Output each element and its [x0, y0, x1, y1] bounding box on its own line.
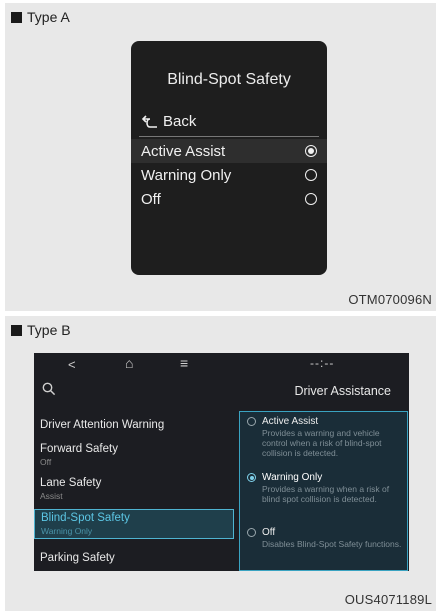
search-icon[interactable]: [42, 382, 56, 396]
menu-item-lane-safety[interactable]: Lane Safety Assist: [34, 477, 234, 503]
menu-item-value: Assist: [40, 491, 63, 501]
radio-empty-icon: [305, 169, 317, 181]
screen-title: Blind-Spot Safety: [167, 71, 291, 88]
option-description: Provides a warning when a risk of blind …: [262, 484, 390, 504]
option-label: Active Assist: [141, 142, 226, 160]
menu-item-driver-attention-warning[interactable]: Driver Attention Warning: [34, 419, 234, 441]
type-a-cluster-screen: Blind-Spot Safety Back Active Assist War…: [131, 41, 327, 275]
option-off[interactable]: Off: [131, 187, 327, 211]
menu-item-label: Lane Safety: [40, 477, 102, 489]
radio-empty-icon: [247, 417, 256, 426]
menu-item-parking-safety[interactable]: Parking Safety: [34, 552, 234, 570]
radio-selected-icon: [247, 473, 256, 482]
option-description: Provides a warning and vehicle control w…: [262, 428, 382, 458]
home-icon[interactable]: ⌂: [125, 355, 133, 371]
square-bullet-icon: [11, 324, 22, 336]
option-panel: Active Assist Provides a warning and veh…: [239, 411, 408, 571]
image-code: OTM070096N: [348, 292, 432, 307]
option-label: Warning Only: [262, 472, 323, 483]
option-off[interactable]: Off Disables Blind-Spot Safety functions…: [240, 527, 407, 549]
option-active-assist[interactable]: Active Assist: [131, 139, 327, 163]
back-button[interactable]: Back: [141, 113, 196, 130]
menu-item-blind-spot-safety[interactable]: Blind-Spot Safety Warning Only: [34, 509, 234, 539]
header: Driver Assistance: [34, 377, 409, 405]
option-warning-only[interactable]: Warning Only: [131, 163, 327, 187]
menu-item-label: Parking Safety: [40, 552, 115, 564]
type-b-label-text: Type B: [27, 322, 71, 338]
radio-empty-icon: [247, 528, 256, 537]
menu-item-label: Driver Attention Warning: [40, 419, 165, 431]
back-label: Back: [163, 113, 197, 130]
top-bar: < ⌂ ≡ --:--: [34, 353, 409, 375]
square-bullet-icon: [11, 11, 22, 23]
option-description: Disables Blind-Spot Safety functions.: [262, 539, 402, 549]
divider: [139, 136, 319, 137]
option-label: Warning Only: [141, 166, 232, 184]
header-title: Driver Assistance: [294, 384, 391, 398]
menu-item-label: Forward Safety: [40, 443, 118, 455]
back-chevron-icon[interactable]: <: [68, 357, 76, 372]
type-b-label: Type B: [11, 322, 71, 338]
option-active-assist[interactable]: Active Assist Provides a warning and veh…: [240, 416, 407, 458]
menu-item-forward-safety[interactable]: Forward Safety Off: [34, 443, 234, 469]
radio-selected-icon: [305, 145, 317, 157]
option-label: Active Assist: [262, 416, 319, 427]
option-warning-only[interactable]: Warning Only Provides a warning when a r…: [240, 472, 407, 504]
type-a-label-text: Type A: [27, 9, 70, 25]
menu-item-value: Off: [40, 457, 52, 467]
image-code: OUS4071189L: [344, 592, 432, 607]
menu-item-label: Blind-Spot Safety: [41, 512, 130, 524]
option-label: Off: [141, 190, 161, 208]
type-a-label: Type A: [11, 9, 70, 25]
clock: --:--: [310, 356, 335, 370]
menu-icon[interactable]: ≡: [180, 355, 188, 371]
menu-item-value: Warning Only: [41, 526, 93, 536]
type-a-panel: Type A Blind-Spot Safety Back Active Ass…: [5, 3, 436, 311]
radio-empty-icon: [305, 193, 317, 205]
option-label: Off: [262, 527, 276, 538]
type-b-panel: Type B < ⌂ ≡ --:-- Driver Assistance Dri…: [5, 316, 436, 611]
back-arrow-icon: [141, 114, 157, 128]
type-b-infotainment-screen: < ⌂ ≡ --:-- Driver Assistance Driver Att…: [34, 353, 409, 571]
